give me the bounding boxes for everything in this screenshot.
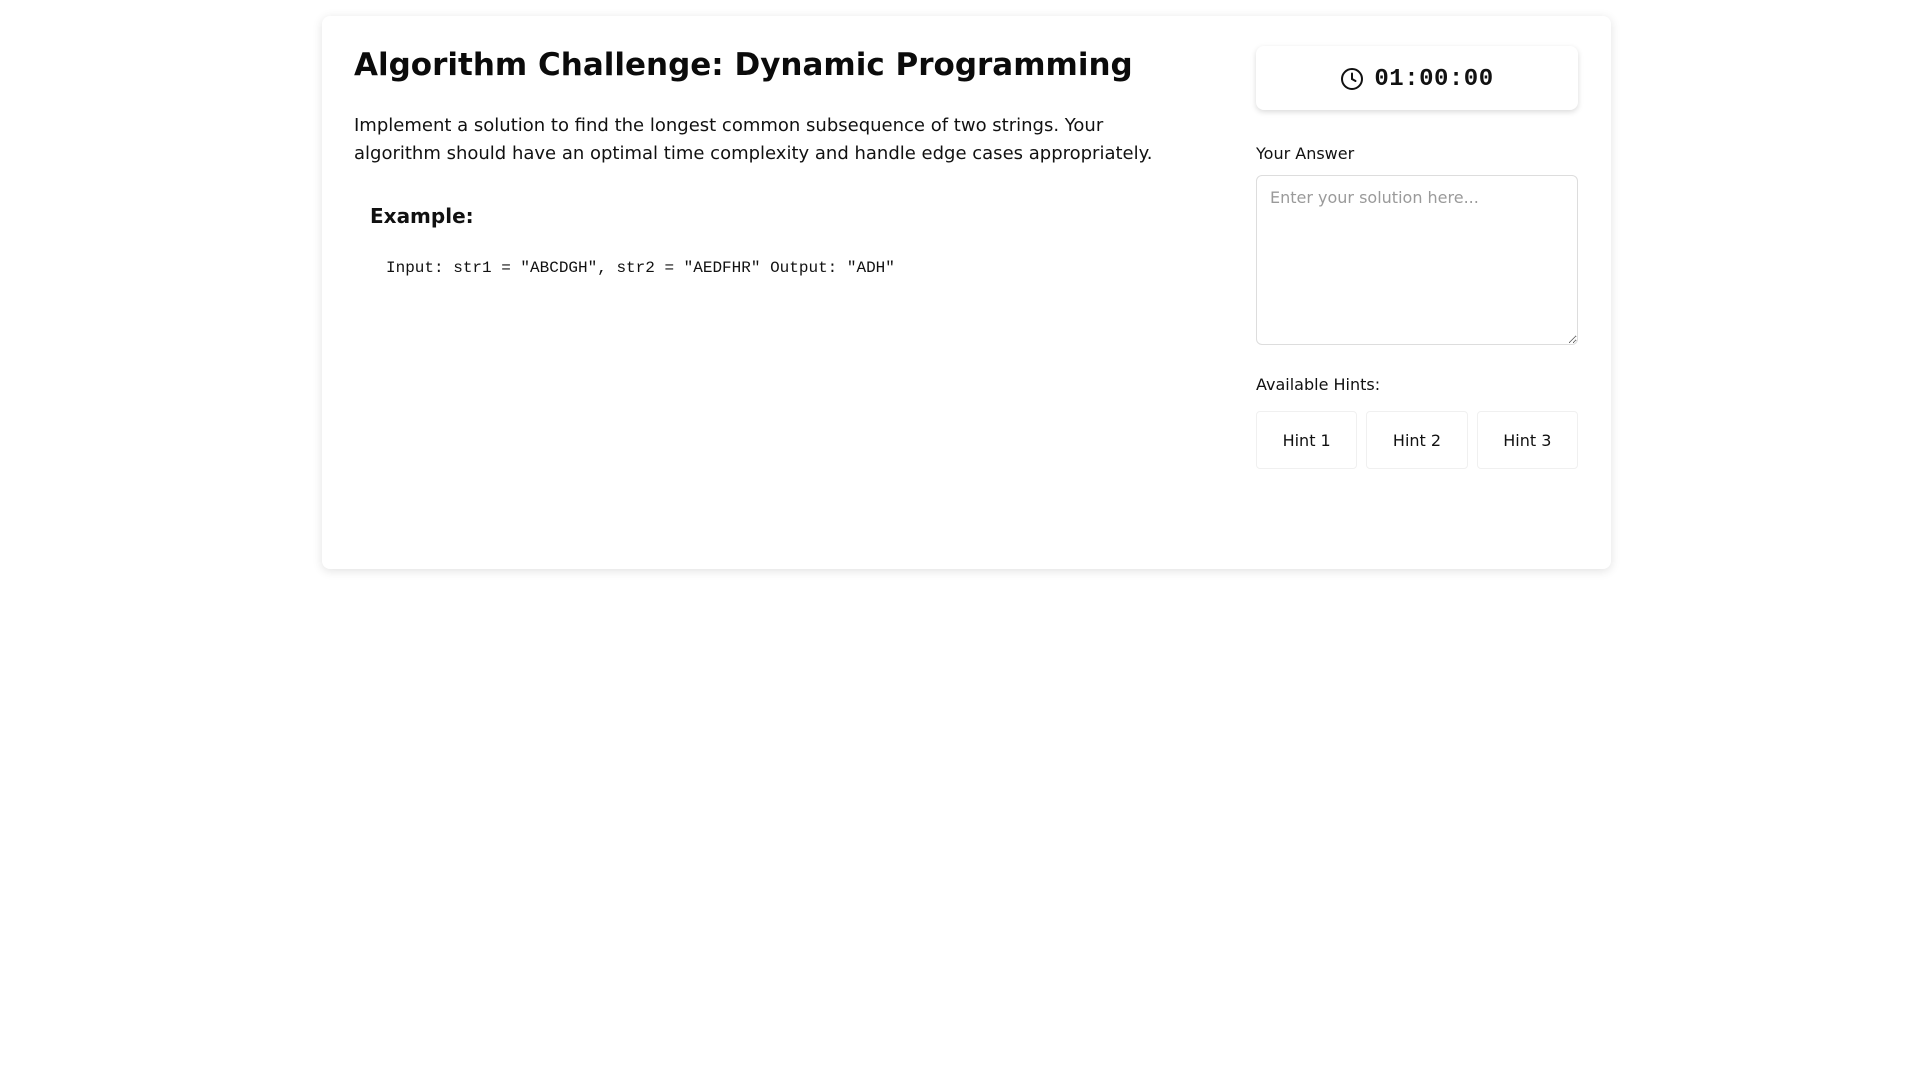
timer-value: 01:00:00: [1374, 65, 1494, 93]
challenge-description: Implement a solution to find the longest…: [354, 115, 1153, 164]
challenge-panel: Algorithm Challenge: Dynamic Programming…: [354, 46, 1174, 278]
page-title: Algorithm Challenge: Dynamic Programming: [354, 47, 1133, 83]
hint-3-button[interactable]: Hint 3: [1476, 411, 1578, 469]
hint-1-button[interactable]: Hint 1: [1256, 411, 1358, 469]
hints-label: Available Hints:: [1256, 375, 1381, 394]
answer-textarea[interactable]: [1256, 175, 1578, 345]
example-heading: Example:: [370, 204, 474, 228]
timer: 01:00:00: [1256, 46, 1578, 110]
example-code: Input: str1 = "ABCDGH", str2 = "AEDFHR" …: [386, 259, 895, 277]
answer-label: Your Answer: [1256, 144, 1355, 163]
answer-panel: 01:00:00 Your Answer Available Hints: Hi…: [1256, 46, 1578, 469]
hint-2-button[interactable]: Hint 2: [1366, 411, 1468, 469]
challenge-card: Algorithm Challenge: Dynamic Programming…: [322, 16, 1611, 569]
clock-icon: [1340, 67, 1364, 91]
example-section: Example: Input: str1 = "ABCDGH", str2 = …: [354, 202, 1174, 278]
hints-group: Hint 1 Hint 2 Hint 3: [1256, 411, 1578, 469]
